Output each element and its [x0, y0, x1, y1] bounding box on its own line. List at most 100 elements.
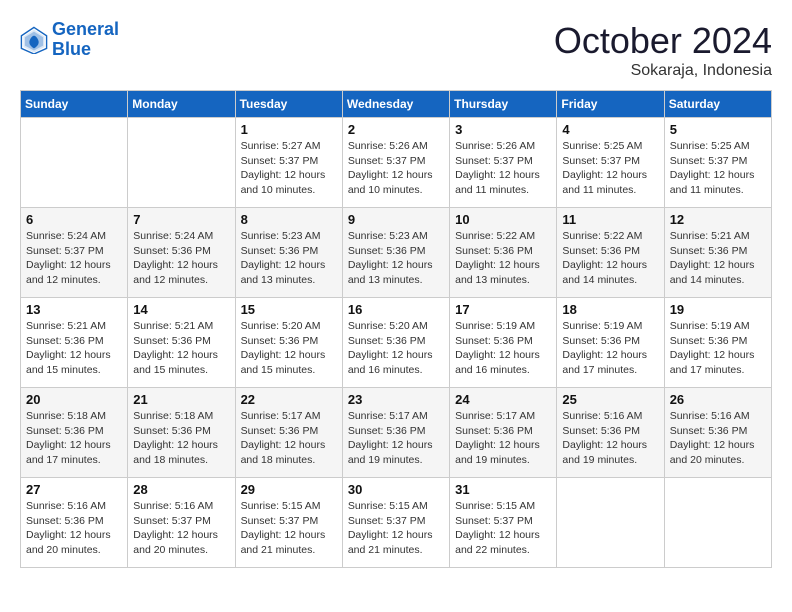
calendar-week-3: 13 Sunrise: 5:21 AMSunset: 5:36 PMDayligh… — [21, 298, 772, 388]
calendar-cell: 21 Sunrise: 5:18 AMSunset: 5:36 PMDayligh… — [128, 388, 235, 478]
day-info: Sunrise: 5:24 AMSunset: 5:36 PMDaylight:… — [133, 229, 229, 288]
calendar-cell: 7 Sunrise: 5:24 AMSunset: 5:36 PMDaylight… — [128, 208, 235, 298]
day-info: Sunrise: 5:17 AMSunset: 5:36 PMDaylight:… — [348, 409, 444, 468]
calendar-cell: 9 Sunrise: 5:23 AMSunset: 5:36 PMDaylight… — [342, 208, 449, 298]
day-number: 19 — [670, 302, 766, 317]
calendar-cell: 10 Sunrise: 5:22 AMSunset: 5:36 PMDayligh… — [450, 208, 557, 298]
day-number: 13 — [26, 302, 122, 317]
day-number: 22 — [241, 392, 337, 407]
day-number: 20 — [26, 392, 122, 407]
calendar-cell: 8 Sunrise: 5:23 AMSunset: 5:36 PMDaylight… — [235, 208, 342, 298]
day-number: 16 — [348, 302, 444, 317]
day-number: 24 — [455, 392, 551, 407]
day-info: Sunrise: 5:18 AMSunset: 5:36 PMDaylight:… — [133, 409, 229, 468]
day-number: 3 — [455, 122, 551, 137]
day-info: Sunrise: 5:15 AMSunset: 5:37 PMDaylight:… — [455, 499, 551, 558]
col-friday: Friday — [557, 91, 664, 118]
month-title: October 2024 — [554, 20, 772, 62]
calendar-cell: 5 Sunrise: 5:25 AMSunset: 5:37 PMDaylight… — [664, 118, 771, 208]
day-number: 18 — [562, 302, 658, 317]
day-info: Sunrise: 5:27 AMSunset: 5:37 PMDaylight:… — [241, 139, 337, 198]
day-number: 10 — [455, 212, 551, 227]
calendar-header-row: Sunday Monday Tuesday Wednesday Thursday… — [21, 91, 772, 118]
day-info: Sunrise: 5:22 AMSunset: 5:36 PMDaylight:… — [455, 229, 551, 288]
calendar-cell: 14 Sunrise: 5:21 AMSunset: 5:36 PMDayligh… — [128, 298, 235, 388]
calendar-cell: 12 Sunrise: 5:21 AMSunset: 5:36 PMDayligh… — [664, 208, 771, 298]
day-info: Sunrise: 5:26 AMSunset: 5:37 PMDaylight:… — [348, 139, 444, 198]
calendar-cell: 25 Sunrise: 5:16 AMSunset: 5:36 PMDayligh… — [557, 388, 664, 478]
day-info: Sunrise: 5:21 AMSunset: 5:36 PMDaylight:… — [133, 319, 229, 378]
day-info: Sunrise: 5:18 AMSunset: 5:36 PMDaylight:… — [26, 409, 122, 468]
day-info: Sunrise: 5:15 AMSunset: 5:37 PMDaylight:… — [348, 499, 444, 558]
calendar-cell: 11Sunrise: 5:22 AMSunset: 5:36 PMDayligh… — [557, 208, 664, 298]
calendar-cell: 4 Sunrise: 5:25 AMSunset: 5:37 PMDaylight… — [557, 118, 664, 208]
day-number: 25 — [562, 392, 658, 407]
calendar-table: Sunday Monday Tuesday Wednesday Thursday… — [20, 90, 772, 568]
calendar-cell — [128, 118, 235, 208]
calendar-cell — [21, 118, 128, 208]
day-info: Sunrise: 5:21 AMSunset: 5:36 PMDaylight:… — [26, 319, 122, 378]
calendar-cell: 29 Sunrise: 5:15 AMSunset: 5:37 PMDayligh… — [235, 478, 342, 568]
page-header: General Blue October 2024 Sokaraja, Indo… — [20, 20, 772, 80]
day-number: 17 — [455, 302, 551, 317]
day-number: 8 — [241, 212, 337, 227]
day-number: 31 — [455, 482, 551, 497]
day-number: 5 — [670, 122, 766, 137]
calendar-week-4: 20 Sunrise: 5:18 AMSunset: 5:36 PMDayligh… — [21, 388, 772, 478]
day-number: 7 — [133, 212, 229, 227]
logo-line1: General — [52, 19, 119, 39]
calendar-cell: 3Sunrise: 5:26 AMSunset: 5:37 PMDaylight… — [450, 118, 557, 208]
calendar-cell: 24 Sunrise: 5:17 AMSunset: 5:36 PMDayligh… — [450, 388, 557, 478]
day-info: Sunrise: 5:23 AMSunset: 5:36 PMDaylight:… — [241, 229, 337, 288]
col-sunday: Sunday — [21, 91, 128, 118]
day-number: 6 — [26, 212, 122, 227]
day-number: 2 — [348, 122, 444, 137]
calendar-cell: 2 Sunrise: 5:26 AMSunset: 5:37 PMDaylight… — [342, 118, 449, 208]
day-number: 14 — [133, 302, 229, 317]
calendar-cell: 19Sunrise: 5:19 AMSunset: 5:36 PMDayligh… — [664, 298, 771, 388]
title-section: October 2024 Sokaraja, Indonesia — [554, 20, 772, 80]
day-info: Sunrise: 5:25 AMSunset: 5:37 PMDaylight:… — [670, 139, 766, 198]
day-number: 30 — [348, 482, 444, 497]
day-info: Sunrise: 5:20 AMSunset: 5:36 PMDaylight:… — [241, 319, 337, 378]
day-info: Sunrise: 5:23 AMSunset: 5:36 PMDaylight:… — [348, 229, 444, 288]
day-number: 9 — [348, 212, 444, 227]
day-number: 29 — [241, 482, 337, 497]
day-info: Sunrise: 5:25 AMSunset: 5:37 PMDaylight:… — [562, 139, 658, 198]
calendar-cell: 15 Sunrise: 5:20 AMSunset: 5:36 PMDayligh… — [235, 298, 342, 388]
day-info: Sunrise: 5:17 AMSunset: 5:36 PMDaylight:… — [455, 409, 551, 468]
calendar-cell: 6 Sunrise: 5:24 AMSunset: 5:37 PMDaylight… — [21, 208, 128, 298]
day-number: 1 — [241, 122, 337, 137]
calendar-cell: 27Sunrise: 5:16 AMSunset: 5:36 PMDayligh… — [21, 478, 128, 568]
logo-text: General Blue — [52, 20, 119, 60]
calendar-cell: 30 Sunrise: 5:15 AMSunset: 5:37 PMDayligh… — [342, 478, 449, 568]
col-monday: Monday — [128, 91, 235, 118]
day-info: Sunrise: 5:16 AMSunset: 5:36 PMDaylight:… — [26, 499, 122, 558]
calendar-cell: 1 Sunrise: 5:27 AMSunset: 5:37 PMDaylight… — [235, 118, 342, 208]
calendar-cell: 23Sunrise: 5:17 AMSunset: 5:36 PMDayligh… — [342, 388, 449, 478]
calendar-cell: 18Sunrise: 5:19 AMSunset: 5:36 PMDayligh… — [557, 298, 664, 388]
location: Sokaraja, Indonesia — [554, 62, 772, 80]
day-number: 12 — [670, 212, 766, 227]
logo-icon — [20, 26, 48, 54]
day-info: Sunrise: 5:17 AMSunset: 5:36 PMDaylight:… — [241, 409, 337, 468]
day-number: 21 — [133, 392, 229, 407]
logo-line2: Blue — [52, 39, 91, 59]
day-info: Sunrise: 5:15 AMSunset: 5:37 PMDaylight:… — [241, 499, 337, 558]
day-info: Sunrise: 5:16 AMSunset: 5:36 PMDaylight:… — [562, 409, 658, 468]
logo: General Blue — [20, 20, 119, 60]
day-number: 28 — [133, 482, 229, 497]
day-info: Sunrise: 5:20 AMSunset: 5:36 PMDaylight:… — [348, 319, 444, 378]
day-number: 4 — [562, 122, 658, 137]
day-info: Sunrise: 5:21 AMSunset: 5:36 PMDaylight:… — [670, 229, 766, 288]
day-info: Sunrise: 5:24 AMSunset: 5:37 PMDaylight:… — [26, 229, 122, 288]
calendar-cell: 28Sunrise: 5:16 AMSunset: 5:37 PMDayligh… — [128, 478, 235, 568]
calendar-week-2: 6 Sunrise: 5:24 AMSunset: 5:37 PMDaylight… — [21, 208, 772, 298]
calendar-cell: 13 Sunrise: 5:21 AMSunset: 5:36 PMDayligh… — [21, 298, 128, 388]
day-number: 15 — [241, 302, 337, 317]
col-tuesday: Tuesday — [235, 91, 342, 118]
col-wednesday: Wednesday — [342, 91, 449, 118]
calendar-cell: 31 Sunrise: 5:15 AMSunset: 5:37 PMDayligh… — [450, 478, 557, 568]
calendar-cell: 17Sunrise: 5:19 AMSunset: 5:36 PMDayligh… — [450, 298, 557, 388]
col-saturday: Saturday — [664, 91, 771, 118]
